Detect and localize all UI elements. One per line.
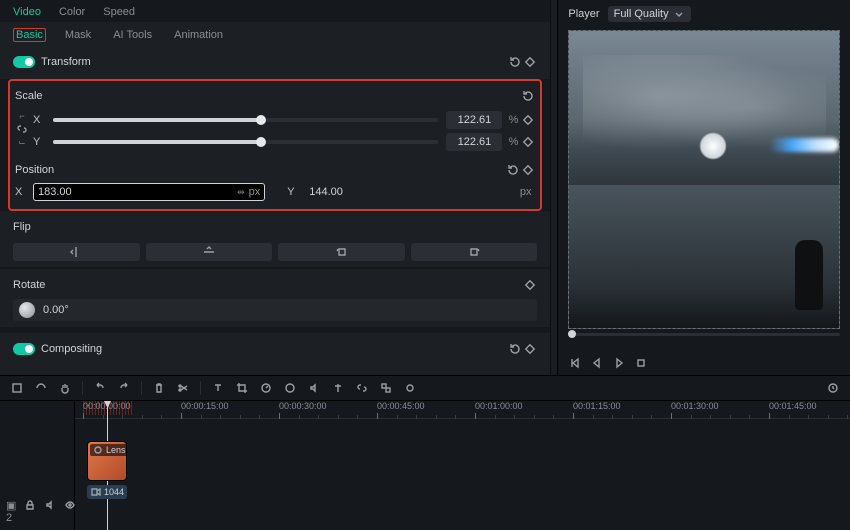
delete-icon[interactable] bbox=[152, 381, 166, 395]
effect-icon bbox=[92, 444, 104, 456]
flip-horizontal-button[interactable] bbox=[13, 243, 140, 261]
player-preview[interactable] bbox=[568, 30, 840, 329]
timeline-clip-video[interactable]: 1044 bbox=[87, 485, 127, 499]
chevron-down-icon bbox=[673, 8, 685, 20]
position-reset-icon[interactable] bbox=[505, 163, 520, 178]
timeline-track-header: ▣ 2 bbox=[0, 401, 75, 530]
preview-playhead-marker bbox=[568, 328, 572, 329]
scale-x-keyframe-icon[interactable] bbox=[520, 113, 535, 128]
transform-reset-icon[interactable] bbox=[507, 55, 522, 70]
position-y-label: Y bbox=[287, 186, 299, 198]
player-label: Player bbox=[568, 8, 599, 20]
compositing-toggle[interactable] bbox=[13, 343, 35, 355]
flip-label: Flip bbox=[13, 221, 31, 233]
panel-scrollbar[interactable] bbox=[550, 0, 557, 375]
ruler-tick: 00:01:45:00 bbox=[769, 401, 817, 411]
tab-animation[interactable]: Animation bbox=[171, 28, 226, 42]
rotate-keyframe-icon[interactable] bbox=[522, 278, 537, 293]
tool-hand-icon[interactable] bbox=[58, 381, 72, 395]
scale-y-keyframe-icon[interactable] bbox=[520, 135, 535, 150]
undo-icon[interactable] bbox=[93, 381, 107, 395]
track-count-badge: ▣ 2 bbox=[6, 499, 16, 524]
scale-x-label: X bbox=[33, 114, 45, 126]
player-quality-select[interactable]: Full Quality bbox=[608, 6, 691, 22]
timeline-ruler[interactable]: 00:00:00:0000:00:15:0000:00:30:0000:00:4… bbox=[75, 401, 850, 419]
scale-y-slider[interactable] bbox=[53, 140, 438, 144]
tab-ai-tools[interactable]: AI Tools bbox=[110, 28, 155, 42]
scale-x-value[interactable]: 122.61 bbox=[446, 111, 502, 129]
ruler-tick: 00:01:30:00 bbox=[671, 401, 719, 411]
scale-y-value[interactable]: 122.61 bbox=[446, 133, 502, 151]
ruler-tick: 00:00:45:00 bbox=[377, 401, 425, 411]
position-label: Position bbox=[15, 164, 54, 176]
transform-toggle[interactable] bbox=[13, 56, 35, 68]
record-icon[interactable] bbox=[403, 381, 417, 395]
audio-icon[interactable] bbox=[307, 381, 321, 395]
player-prev-icon[interactable] bbox=[568, 357, 582, 369]
scale-x-slider[interactable] bbox=[53, 118, 438, 122]
inspector-top-tabs: Video Color Speed bbox=[0, 0, 550, 22]
ruler-tick: 00:01:00:00 bbox=[475, 401, 523, 411]
ruler-tick: 00:00:30:00 bbox=[279, 401, 327, 411]
tab-color[interactable]: Color bbox=[59, 6, 85, 18]
ruler-tick: 00:01:15:00 bbox=[573, 401, 621, 411]
player-stop-icon[interactable] bbox=[634, 357, 648, 369]
player-scrubber[interactable] bbox=[568, 333, 840, 336]
track-lock-icon[interactable] bbox=[24, 499, 36, 524]
tab-mask[interactable]: Mask bbox=[62, 28, 94, 42]
position-keyframe-icon[interactable] bbox=[520, 163, 535, 178]
inspector-sub-tabs: Basic Mask AI Tools Animation bbox=[0, 22, 550, 46]
link-icon[interactable] bbox=[355, 381, 369, 395]
redo-icon[interactable] bbox=[117, 381, 131, 395]
timeline-settings-icon[interactable] bbox=[826, 381, 840, 395]
video-icon bbox=[90, 486, 102, 498]
rotate-knob[interactable] bbox=[19, 302, 35, 318]
marker-icon[interactable] bbox=[331, 381, 345, 395]
rotate-value[interactable]: 0.00° bbox=[43, 304, 69, 316]
scale-y-label: Y bbox=[33, 136, 45, 148]
position-x-input[interactable]: 183.00⇹px bbox=[33, 183, 265, 201]
scale-unit: % bbox=[506, 114, 520, 126]
ruler-tick: 00:00:15:00 bbox=[181, 401, 229, 411]
transform-label: Transform bbox=[41, 56, 91, 68]
player-play-icon[interactable] bbox=[612, 357, 626, 369]
cut-icon[interactable] bbox=[176, 381, 190, 395]
scale-label: Scale bbox=[15, 90, 43, 102]
player-frame-back-icon[interactable] bbox=[590, 357, 604, 369]
color-icon[interactable] bbox=[283, 381, 297, 395]
timeline-body[interactable]: 00:00:00:0000:00:15:0000:00:30:0000:00:4… bbox=[75, 401, 850, 530]
scale-link-icon[interactable]: ⌐ ⌙ bbox=[15, 109, 29, 148]
crop-icon[interactable] bbox=[235, 381, 249, 395]
timeline-toolbar bbox=[0, 375, 850, 401]
transform-keyframe-icon[interactable] bbox=[522, 55, 537, 70]
rotate-cw-button[interactable] bbox=[411, 243, 538, 261]
position-y-input[interactable]: 144.00px bbox=[305, 183, 535, 201]
highlight-scale-position: Scale ⌐ ⌙ X 122.61 % bbox=[8, 79, 542, 211]
position-x-label: X bbox=[15, 186, 27, 198]
text-icon[interactable] bbox=[211, 381, 225, 395]
compositing-label: Compositing bbox=[41, 343, 102, 355]
rotate-label: Rotate bbox=[13, 279, 45, 291]
flip-vertical-button[interactable] bbox=[146, 243, 273, 261]
rotate-ccw-button[interactable] bbox=[278, 243, 405, 261]
timeline-clip-lens[interactable]: Lens bbox=[87, 441, 127, 481]
tool-select-icon[interactable] bbox=[10, 381, 24, 395]
tab-video[interactable]: Video bbox=[13, 6, 41, 18]
group-icon[interactable] bbox=[379, 381, 393, 395]
compositing-reset-icon[interactable] bbox=[507, 342, 522, 357]
tab-speed[interactable]: Speed bbox=[103, 6, 135, 18]
speed-icon[interactable] bbox=[259, 381, 273, 395]
track-mute-icon[interactable] bbox=[44, 499, 56, 524]
tool-lasso-icon[interactable] bbox=[34, 381, 48, 395]
scale-reset-icon[interactable] bbox=[520, 89, 535, 104]
tab-basic[interactable]: Basic bbox=[13, 28, 46, 42]
compositing-keyframe-icon[interactable] bbox=[522, 342, 537, 357]
